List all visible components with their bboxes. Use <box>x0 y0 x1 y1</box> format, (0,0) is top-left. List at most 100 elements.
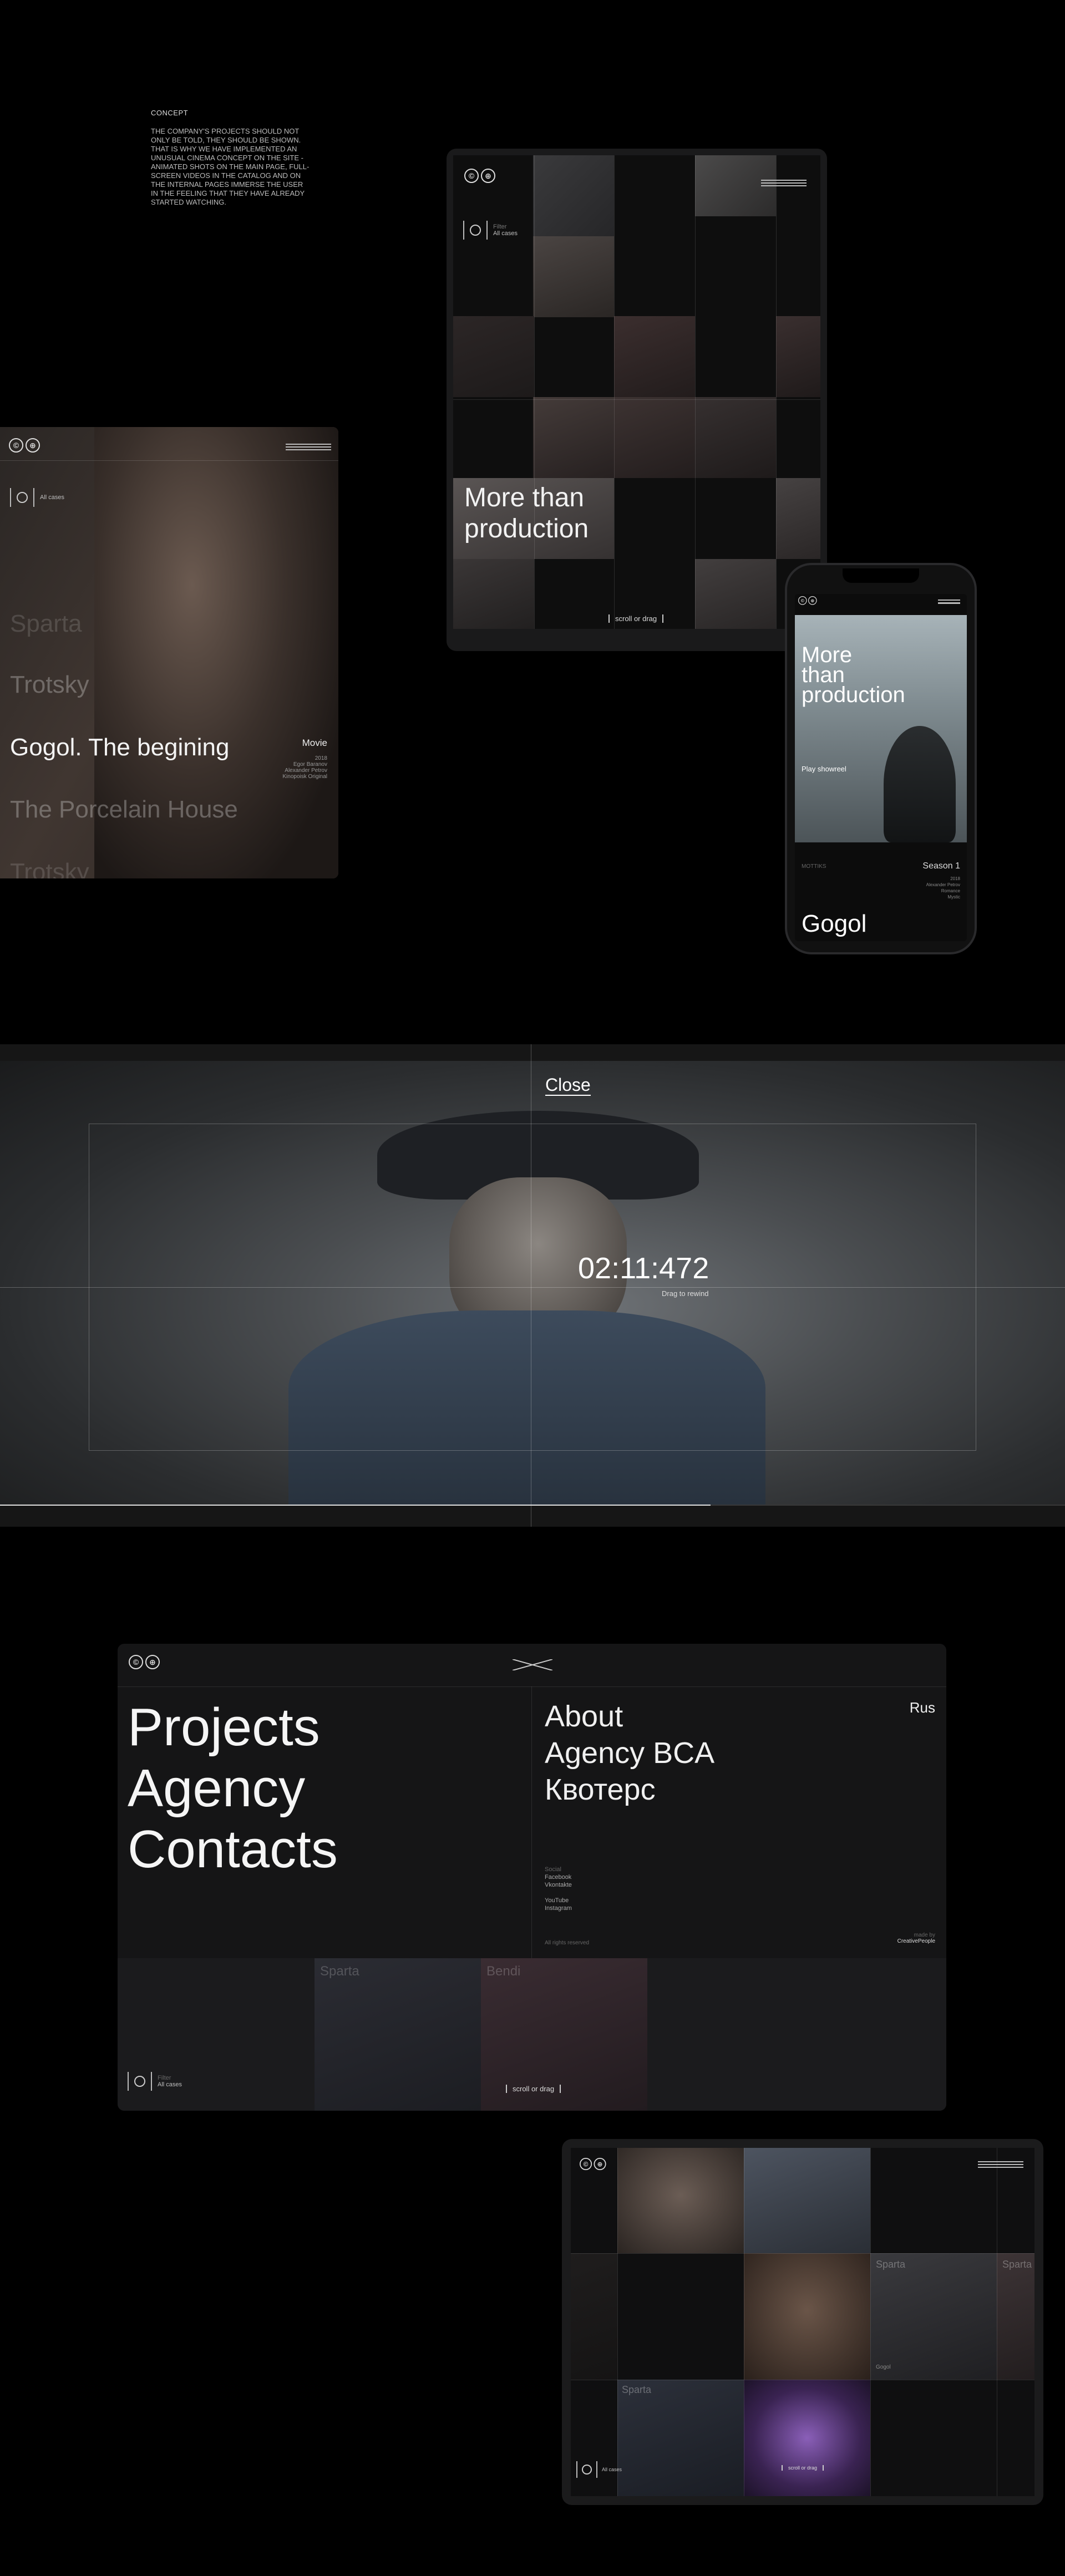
case-meta-line: Kinopoisk Original <box>282 774 327 780</box>
menu-burger-icon[interactable] <box>286 444 331 450</box>
grid-image-tile[interactable] <box>997 2253 1034 2380</box>
grid-image-tile[interactable] <box>571 2253 617 2380</box>
close-button[interactable]: Close <box>545 1075 591 1096</box>
drag-hint: Drag to rewind <box>662 1289 709 1298</box>
brand-logo-icon[interactable]: © ⊕ <box>129 1655 160 1669</box>
scroll-hint[interactable]: scroll or drag <box>506 2085 561 2093</box>
grid-image-tile[interactable] <box>453 559 534 629</box>
brand-logo-icon[interactable]: © ⊕ <box>9 438 40 453</box>
rider-silhouette <box>884 726 956 842</box>
scroll-hint[interactable]: scroll or drag <box>608 614 664 623</box>
case-meta: Movie 2018 Egor Baranov Alexander Petrov… <box>266 738 327 780</box>
tablet-top-mockup: © ⊕ Filter All cases More than production… <box>447 149 827 651</box>
filter-control[interactable]: Filter All cases <box>463 221 518 240</box>
case-list-item-active[interactable]: Gogol. The begining <box>10 734 229 761</box>
progress-fill <box>0 1505 711 1506</box>
nav-agency-bca[interactable]: Agency BCA <box>545 1735 714 1771</box>
close-menu-icon[interactable] <box>512 1659 553 1671</box>
case-meta-title: Movie <box>302 738 327 748</box>
phone-meta-left: MOTTIKS <box>802 863 826 870</box>
hero-headline-line: More than <box>464 483 585 512</box>
rights-text: All rights reserved <box>545 1940 590 1946</box>
case-meta-line: Egor Baranov <box>293 761 327 768</box>
grid-image-tile[interactable] <box>453 316 534 397</box>
grid-tile-title: Bendi <box>486 1964 521 1979</box>
grid-image-tile[interactable] <box>315 1958 481 2111</box>
grid-image-tile[interactable] <box>695 397 776 478</box>
case-meta-line: 2018 <box>315 755 327 761</box>
phone-meta-right: Season 1 <box>922 861 960 871</box>
phone-headline-line: than <box>802 663 845 687</box>
tablet-bottom-mockup: © ⊕ Sparta Sparta Sparta Gogol All cases … <box>562 2139 1043 2505</box>
social-link[interactable]: Vkontakte <box>545 1881 572 1889</box>
phone-meta-line: Romance <box>941 888 960 893</box>
filter-value: All cases <box>40 494 65 501</box>
grid-image-tile[interactable] <box>533 397 614 478</box>
filter-icon <box>470 225 481 236</box>
phone-headline-line: More <box>802 643 853 667</box>
grid-image-tile[interactable] <box>533 236 614 317</box>
language-switch[interactable]: Rus <box>910 1699 935 1716</box>
grid-image-tile[interactable] <box>870 2253 997 2380</box>
case-meta-line: Alexander Petrov <box>285 768 327 774</box>
nav-projects[interactable]: Projects <box>128 1697 338 1758</box>
grid-image-tile[interactable] <box>614 397 695 478</box>
play-showreel-link[interactable]: Play showreel <box>802 765 846 773</box>
brand-logo-icon[interactable]: © ⊕ <box>464 169 495 183</box>
filter-icon <box>582 2465 592 2475</box>
nav-kvoters[interactable]: Квотерс <box>545 1771 714 1808</box>
nav-agency[interactable]: Agency <box>128 1758 338 1819</box>
hero-headline: More than production <box>464 482 589 545</box>
phone-mockup: © ⊕ More than production Play showreel MO… <box>785 563 977 954</box>
cases-list-panel: © ⊕ All cases Sparta Trotsky Gogol. The b… <box>0 427 338 878</box>
phone-meta-line: Mystic <box>947 895 960 900</box>
grid-image-tile[interactable] <box>776 316 820 397</box>
grid-image-tile[interactable] <box>776 478 820 559</box>
made-by-label: made by <box>914 1932 935 1938</box>
filter-control[interactable]: Filter All cases <box>128 2072 182 2091</box>
video-player[interactable]: Close 02:11:472 Drag to rewind <box>0 1044 1065 1527</box>
hero-headline-line: production <box>464 514 589 543</box>
filter-value: All cases <box>493 230 518 237</box>
grid-image-tile[interactable] <box>744 2380 870 2496</box>
made-by-link[interactable]: CreativePeople <box>897 1938 935 1944</box>
nav-contacts[interactable]: Contacts <box>128 1819 338 1880</box>
filter-control[interactable]: All cases <box>576 2461 622 2478</box>
grid-image-tile[interactable] <box>617 2148 744 2253</box>
grid-image-tile[interactable] <box>617 2380 744 2496</box>
grid-tile-title: Sparta <box>622 2384 652 2395</box>
concept-body: THE COMPANY'S PROJECTS SHOULD NOT ONLY B… <box>151 127 310 206</box>
social-title: Social <box>545 1866 561 1873</box>
brand-logo-icon[interactable]: © ⊕ <box>580 2158 606 2171</box>
filter-label: Filter <box>158 2075 171 2081</box>
menu-burger-icon[interactable] <box>938 599 960 604</box>
primary-nav: Projects Agency Contacts <box>128 1697 338 1880</box>
phone-meta-line: 2018 <box>950 876 960 881</box>
case-list-item[interactable]: The Porcelain House <box>10 796 238 824</box>
grid-image-tile[interactable] <box>614 316 695 397</box>
filter-control[interactable]: All cases <box>10 488 64 507</box>
filter-icon <box>134 2076 145 2087</box>
grid-tile-caption: Gogol <box>876 2364 891 2370</box>
grid-image-tile[interactable] <box>744 2148 870 2253</box>
phone-notch <box>843 568 919 583</box>
menu-burger-icon[interactable] <box>978 2161 1023 2168</box>
grid-image-tile[interactable] <box>533 155 614 236</box>
social-link[interactable]: YouTube <box>545 1897 572 1904</box>
menu-burger-icon[interactable] <box>761 180 807 186</box>
menu-bg-grid: Sparta Bendi Filter All cases scroll or … <box>118 1958 946 2111</box>
social-link[interactable]: Facebook <box>545 1873 572 1881</box>
case-list-item[interactable]: Sparta <box>10 610 82 638</box>
progress-track[interactable] <box>0 1505 1065 1506</box>
scroll-hint[interactable]: scroll or drag <box>782 2465 824 2471</box>
case-list-item[interactable]: Trotsky <box>10 671 89 699</box>
social-link[interactable]: Instagram <box>545 1904 572 1912</box>
timecode: 02:11:472 <box>578 1252 709 1285</box>
grid-image-tile[interactable] <box>695 559 776 629</box>
menu-overlay: © ⊕ Projects Agency Contacts About Agency… <box>118 1644 946 2111</box>
phone-title[interactable]: Gogol <box>802 910 866 938</box>
nav-about[interactable]: About <box>545 1698 714 1735</box>
brand-logo-icon[interactable]: © ⊕ <box>798 596 817 605</box>
case-list-item[interactable]: Trotsky <box>10 858 89 878</box>
grid-image-tile[interactable] <box>744 2253 870 2380</box>
